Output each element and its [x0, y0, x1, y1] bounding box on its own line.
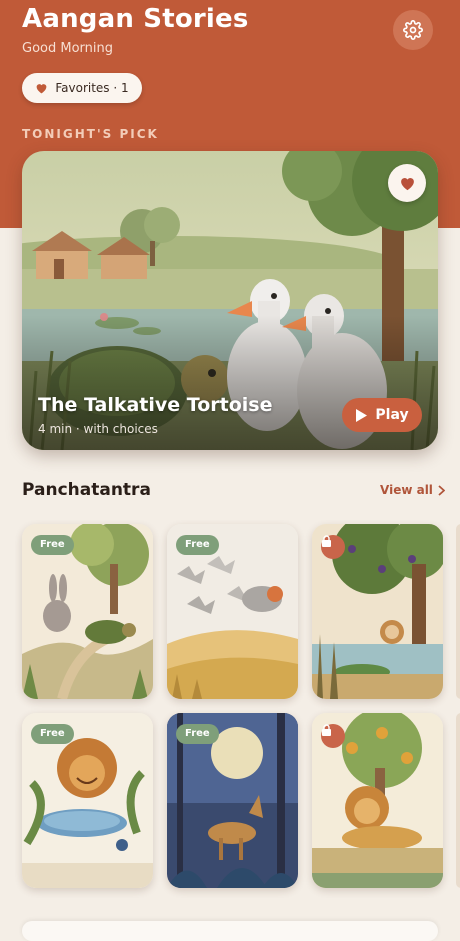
view-all-label: View all	[380, 483, 433, 497]
heart-icon	[36, 84, 47, 94]
favorites-chip[interactable]: Favorites · 1	[22, 73, 142, 103]
lock-badge	[321, 535, 345, 559]
play-label: Play	[375, 407, 409, 423]
view-all-link[interactable]: View all	[380, 483, 445, 497]
story-tile[interactable]: Free	[22, 524, 153, 699]
greeting: Good Morning	[22, 41, 113, 56]
section-title-panchatantra: Panchatantra	[22, 480, 151, 500]
favorite-toggle[interactable]	[388, 164, 426, 202]
chevron-right-icon	[438, 484, 445, 496]
free-badge: Free	[176, 535, 219, 555]
story-tile-locked[interactable]	[312, 713, 443, 888]
free-badge: Free	[176, 724, 219, 744]
free-badge: Free	[31, 724, 74, 744]
gear-icon	[403, 20, 423, 40]
app-title: Aangan Stories	[22, 4, 249, 34]
favorites-label: Favorites · 1	[55, 81, 129, 95]
story-tile[interactable]: Free	[167, 713, 298, 888]
lock-badge	[321, 724, 345, 748]
play-icon	[356, 408, 368, 422]
next-section-card	[22, 921, 438, 941]
play-button[interactable]: Play	[342, 398, 422, 432]
section-label-tonights-pick: TONIGHT'S PICK	[22, 127, 159, 141]
story-title: The Talkative Tortoise	[38, 394, 273, 416]
tonights-pick-card[interactable]: The Talkative Tortoise 4 min · with choi…	[22, 151, 438, 450]
next-tile-peek	[456, 524, 460, 699]
story-meta: 4 min · with choices	[38, 422, 158, 436]
story-tile[interactable]: Free	[167, 524, 298, 699]
lock-icon	[322, 535, 331, 547]
story-tile-locked[interactable]	[312, 524, 443, 699]
free-badge: Free	[31, 535, 74, 555]
next-tile-peek	[456, 713, 460, 888]
story-tile[interactable]: Free	[22, 713, 153, 888]
settings-button[interactable]	[393, 10, 433, 50]
heart-icon	[400, 178, 414, 191]
lock-icon	[322, 724, 331, 736]
